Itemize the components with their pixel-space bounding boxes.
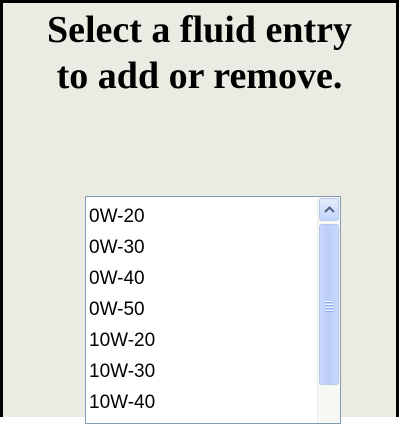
scroll-up-button[interactable]	[319, 198, 339, 221]
fluid-listbox[interactable]: 0W-20 0W-30 0W-40 0W-50 10W-20 10W-30 10…	[85, 196, 341, 424]
grip-lines-icon	[325, 301, 333, 313]
list-item[interactable]: 10W-30	[88, 356, 316, 387]
fluid-list: 0W-20 0W-30 0W-40 0W-50 10W-20 10W-30 10…	[88, 201, 316, 418]
fluid-selection-panel: Select a fluid entry to add or remove. 0…	[0, 0, 399, 424]
list-item[interactable]: 0W-40	[88, 263, 316, 294]
list-item[interactable]: 0W-30	[88, 232, 316, 263]
list-item[interactable]: 10W-20	[88, 325, 316, 356]
list-item[interactable]: 0W-20	[88, 201, 316, 232]
vertical-scrollbar[interactable]	[317, 197, 340, 423]
instruction-line-1: Select a fluid entry	[46, 9, 352, 51]
scroll-thumb[interactable]	[319, 224, 339, 385]
instruction-line-2: to add or remove.	[56, 55, 343, 97]
list-item[interactable]: 10W-40	[88, 387, 316, 418]
chevron-up-icon	[324, 206, 335, 213]
list-item[interactable]: 0W-50	[88, 294, 316, 325]
instruction-heading: Select a fluid entry to add or remove.	[3, 7, 396, 99]
